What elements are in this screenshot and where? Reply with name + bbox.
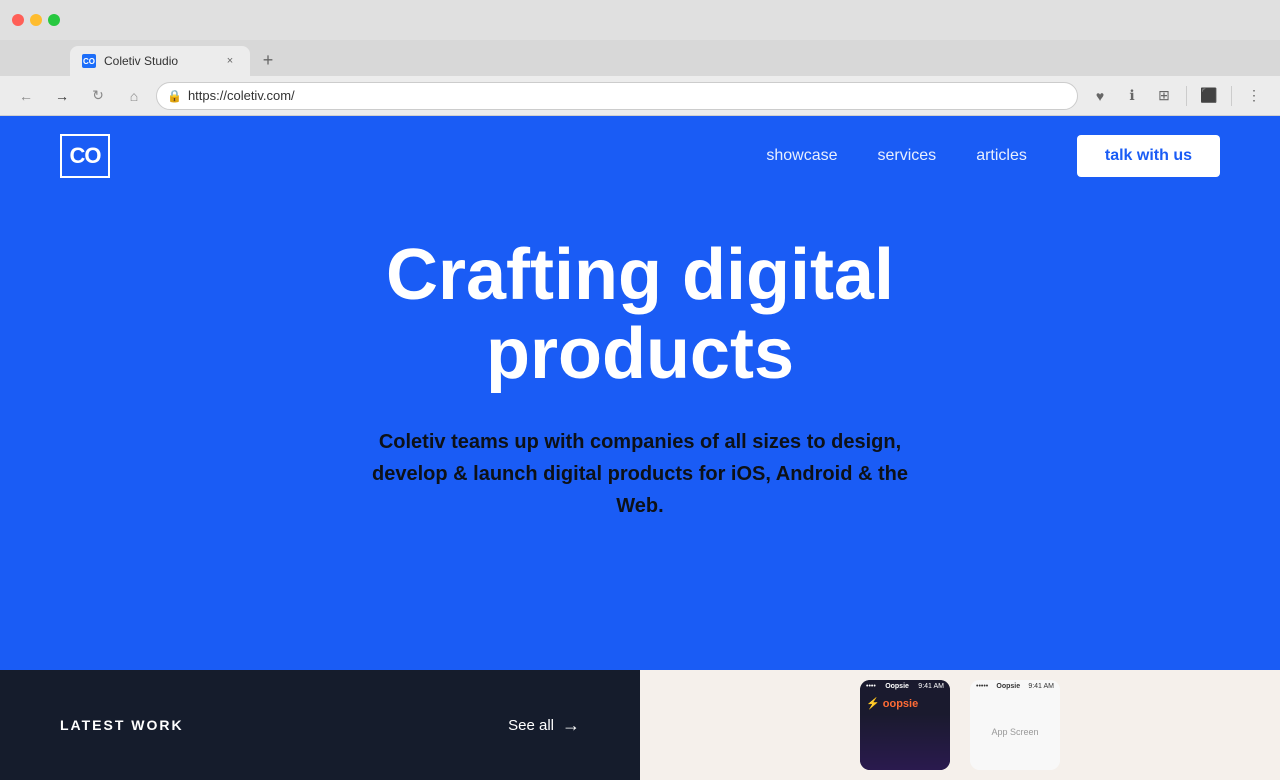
refresh-button[interactable]: ↻ <box>84 82 112 110</box>
phone-2-content: App Screen <box>991 727 1038 737</box>
window-controls <box>12 14 60 26</box>
nav-links: showcase services articles talk with us <box>766 135 1220 177</box>
close-window-button[interactable] <box>12 14 24 26</box>
nav-articles[interactable]: articles <box>976 147 1027 165</box>
tab-close-button[interactable]: × <box>222 53 238 69</box>
latest-work-label: LATEST WORK <box>60 717 184 733</box>
tab-title: Coletiv Studio <box>104 54 178 68</box>
url-text: https://coletiv.com/ <box>188 88 295 103</box>
latest-work-left: LATEST WORK See all → <box>0 670 640 780</box>
hero-section: Crafting digital products Coletiv teams … <box>0 196 1280 522</box>
back-button[interactable]: ← <box>12 82 40 110</box>
reader-mode-icon[interactable]: ⊞ <box>1150 82 1178 110</box>
phone-2-time: 9:41 AM <box>1028 683 1054 690</box>
phone-mockup-1: •••• Oopsie 9:41 AM ⚡ oopsie <box>860 680 950 770</box>
phone-1-app-label: Oopsie <box>885 683 909 690</box>
new-tab-button[interactable]: + <box>254 46 282 74</box>
menu-button[interactable]: ⋮ <box>1240 82 1268 110</box>
minimize-window-button[interactable] <box>30 14 42 26</box>
hero-subtitle: Coletiv teams up with companies of all s… <box>360 426 920 522</box>
info-icon[interactable]: ℹ <box>1118 82 1146 110</box>
pocket-icon[interactable]: ♥ <box>1086 82 1114 110</box>
nav-showcase[interactable]: showcase <box>766 147 837 165</box>
phone-mockup-2: ••••• Oopsie 9:41 AM App Screen <box>970 680 1060 770</box>
site-logo[interactable]: CO <box>60 134 110 178</box>
phone-1-status-bar: •••• Oopsie 9:41 AM <box>860 680 950 693</box>
nav-services[interactable]: services <box>878 147 937 165</box>
phone-1-signal: •••• <box>866 683 876 690</box>
phone-2-status-bar: ••••• Oopsie 9:41 AM <box>970 680 1060 693</box>
see-all-link[interactable]: See all → <box>508 715 580 736</box>
extension-icon[interactable]: ⬛ <box>1195 82 1223 110</box>
website-content: CO showcase services articles talk with … <box>0 116 1280 780</box>
maximize-window-button[interactable] <box>48 14 60 26</box>
browser-actions: ♥ ℹ ⊞ ⬛ ⋮ <box>1086 82 1268 110</box>
address-bar[interactable]: 🔒 https://coletiv.com/ <box>156 82 1078 110</box>
toolbar-divider <box>1186 86 1187 106</box>
browser-toolbar: ← → ↻ ⌂ 🔒 https://coletiv.com/ ♥ ℹ ⊞ ⬛ ⋮ <box>0 76 1280 116</box>
site-navigation: CO showcase services articles talk with … <box>0 116 1280 196</box>
nav-cta-button[interactable]: talk with us <box>1077 135 1220 177</box>
see-all-text: See all <box>508 717 554 734</box>
forward-button[interactable]: → <box>48 82 76 110</box>
browser-titlebar <box>0 0 1280 40</box>
tab-favicon: CO <box>82 54 96 68</box>
home-button[interactable]: ⌂ <box>120 82 148 110</box>
latest-work-right: •••• Oopsie 9:41 AM ⚡ oopsie ••••• <box>640 670 1280 780</box>
browser-tab-active[interactable]: CO Coletiv Studio × <box>70 46 250 76</box>
browser-window: CO Coletiv Studio × + ← → ↻ ⌂ 🔒 https://… <box>0 0 1280 780</box>
phone-1-brand: ⚡ oopsie <box>866 697 944 710</box>
lock-icon: 🔒 <box>167 89 182 103</box>
phone-1-time: 9:41 AM <box>918 683 944 690</box>
browser-tab-bar: CO Coletiv Studio × + <box>0 40 1280 76</box>
phone-2-app-label: Oopsie <box>996 683 1020 690</box>
hero-title: Crafting digital products <box>386 236 894 394</box>
latest-work-section: LATEST WORK See all → •••• Oopsie 9:41 A… <box>0 670 1280 780</box>
phone-mockup-group: •••• Oopsie 9:41 AM ⚡ oopsie ••••• <box>850 670 1070 780</box>
toolbar-divider-2 <box>1231 86 1232 106</box>
see-all-arrow-icon: → <box>562 715 580 736</box>
phone-2-signal: ••••• <box>976 683 988 690</box>
